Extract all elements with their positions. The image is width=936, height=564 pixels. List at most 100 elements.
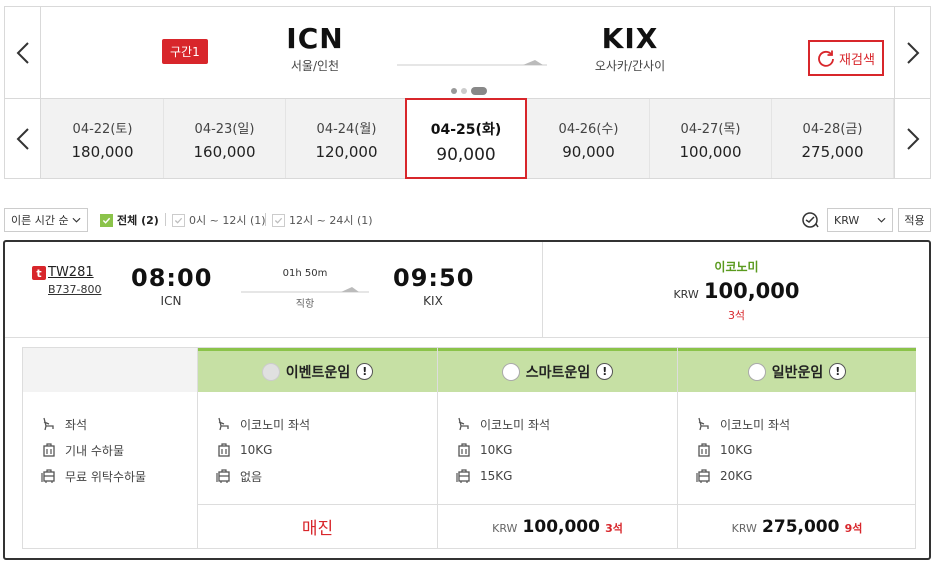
feature-seat: 이코노미 좌석 xyxy=(216,411,437,437)
lowest-price: KRW 100,000 xyxy=(544,279,929,303)
fare-column-smart[interactable]: 스마트운임 ! 이코노미 좌석 10KG 15KG KRW 100,000 3석 xyxy=(438,348,678,548)
price-currency: KRW xyxy=(731,521,757,535)
info-icon[interactable]: ! xyxy=(829,363,847,380)
fare-column-event: 이벤트운임 ! 이코노미 좌석 10KG 없음 매진 xyxy=(198,348,438,548)
feature-list: 이코노미 좌석 10KG 20KG xyxy=(678,392,916,489)
date-label: 04-27(목) xyxy=(680,122,741,137)
feature-value: 15KG xyxy=(480,469,513,483)
date-label: 04-26(수) xyxy=(558,122,619,137)
date-cell[interactable]: 04-26(수) 90,000 xyxy=(528,99,650,178)
research-button[interactable]: 재검색 xyxy=(808,40,884,76)
date-label: 04-23(일) xyxy=(194,122,255,137)
info-icon[interactable]: ! xyxy=(596,363,614,380)
date-cell[interactable]: 04-28(금) 275,000 xyxy=(772,99,894,178)
feature-checked-bag: 없음 xyxy=(216,463,437,489)
feature-cabin-bag: 기내 수하물 xyxy=(41,437,197,463)
date-price: 180,000 xyxy=(71,143,134,161)
date-price: 90,000 xyxy=(436,145,496,165)
currency-value: KRW xyxy=(834,213,860,227)
date-label: 04-28(금) xyxy=(802,122,863,137)
arrival-city: 오사카/간사이 xyxy=(594,59,666,73)
feature-value: 10KG xyxy=(720,443,753,457)
filter-bar: 이른 시간 순 전체 (2) 0시 ~ 12시 (1) 12시 ~ 24시 (1… xyxy=(4,208,931,232)
flight-number-link[interactable]: TW281 xyxy=(48,265,94,280)
date-label: 04-25(화) xyxy=(430,122,502,138)
carousel-dot[interactable] xyxy=(451,88,457,94)
fare-column-normal[interactable]: 일반운임 ! 이코노미 좌석 10KG 20KG KRW 275,000 9석 xyxy=(678,348,916,548)
date-selector: 04-22(토) 180,000 04-23(일) 160,000 04-24(… xyxy=(4,98,931,179)
prev-dates-button[interactable] xyxy=(5,99,41,178)
aircraft-link[interactable]: B737-800 xyxy=(48,283,102,296)
prev-segment-button[interactable] xyxy=(5,7,41,99)
apply-button[interactable]: 적용 xyxy=(898,208,931,232)
sort-select[interactable]: 이른 시간 순 xyxy=(4,208,88,232)
checked-bag-icon xyxy=(41,469,55,483)
arrival-time-block: 09:50 KIX xyxy=(393,264,473,308)
chevron-down-icon xyxy=(877,217,886,223)
filter-afternoon-label: 12시 ~ 24시 (1) xyxy=(289,214,373,227)
date-price: 275,000 xyxy=(801,143,864,161)
feature-value: 10KG xyxy=(240,443,273,457)
filter-all-checkbox[interactable]: 전체 (2) xyxy=(100,212,159,228)
info-icon[interactable]: ! xyxy=(356,363,374,380)
fare-footer: KRW 275,000 9석 xyxy=(678,504,916,548)
fare-header-empty xyxy=(23,348,197,392)
arrival-airport: KIX 오사카/간사이 xyxy=(575,23,685,74)
chevron-left-icon xyxy=(16,127,29,150)
feature-seat: 이코노미 좌석 xyxy=(456,411,677,437)
fare-labels-column: 좌석 기내 수하물 무료 위탁수하물 xyxy=(23,348,198,548)
fare-summary[interactable]: 이코노미 KRW 100,000 3석 xyxy=(544,242,929,337)
seat-icon xyxy=(458,417,469,431)
check-icon xyxy=(172,213,185,227)
flight-info: t TW281 B737-800 08:00 ICN 01h 50m 직항 09… xyxy=(5,242,543,337)
next-dates-button[interactable] xyxy=(894,99,930,178)
date-cell-selected[interactable]: 04-25(화) 90,000 xyxy=(405,98,527,179)
currency-exchange-icon[interactable] xyxy=(800,210,820,230)
flight-path-plane-icon xyxy=(241,287,369,293)
chevron-left-icon xyxy=(16,42,29,64)
currency-select[interactable]: KRW xyxy=(827,208,893,232)
date-cell[interactable]: 04-27(목) 100,000 xyxy=(650,99,772,178)
carousel-dot[interactable] xyxy=(461,88,467,94)
cabin-bag-icon xyxy=(218,443,230,457)
feature-checked-bag: 무료 위탁수하물 xyxy=(41,463,197,489)
date-price: 90,000 xyxy=(562,143,615,161)
cabin-bag-icon xyxy=(698,443,710,457)
direct-label: 직항 xyxy=(295,299,315,310)
cabin-bag-icon xyxy=(43,443,55,457)
fare-header: 일반운임 ! xyxy=(678,348,916,392)
checked-bag-icon xyxy=(456,469,470,483)
feature-cabin-bag: 10KG xyxy=(456,437,677,463)
fare-price: KRW 275,000 9석 xyxy=(732,517,863,537)
date-cell[interactable]: 04-23(일) 160,000 xyxy=(164,99,286,178)
filter-afternoon-checkbox[interactable]: 12시 ~ 24시 (1) xyxy=(272,212,373,228)
route-plane-icon xyxy=(397,60,547,66)
fare-radio[interactable] xyxy=(261,362,280,381)
feature-checked-bag: 15KG xyxy=(456,463,677,489)
feature-list: 이코노미 좌석 10KG 15KG xyxy=(438,392,677,489)
flight-duration: 01h 50m xyxy=(282,268,328,279)
segment-badge: 구간1 xyxy=(162,39,208,64)
next-segment-button[interactable] xyxy=(894,7,930,99)
fare-radio[interactable] xyxy=(501,362,520,381)
seat-icon xyxy=(218,417,229,431)
airline-logo: t xyxy=(32,266,46,280)
fare-header: 스마트운임 ! xyxy=(438,348,677,392)
seats-left: 3석 xyxy=(605,521,623,535)
arrival-airport-code: KIX xyxy=(423,294,443,308)
feature-seat: 좌석 xyxy=(41,411,197,437)
seats-left: 3석 xyxy=(727,309,746,322)
date-cell[interactable]: 04-24(월) 120,000 xyxy=(286,99,408,178)
carousel-play-icon[interactable] xyxy=(471,87,487,95)
date-cell[interactable]: 04-22(토) 180,000 xyxy=(42,99,164,178)
price-currency: KRW xyxy=(492,521,518,535)
fare-radio[interactable] xyxy=(747,362,766,381)
seat-icon xyxy=(43,417,54,431)
feature-value: 이코노미 좌석 xyxy=(480,417,551,432)
feature-label: 좌석 xyxy=(65,417,88,432)
feature-seat: 이코노미 좌석 xyxy=(696,411,916,437)
cabin-bag-icon xyxy=(458,443,470,457)
filter-morning-checkbox[interactable]: 0시 ~ 12시 (1) xyxy=(172,212,266,228)
filter-morning-label: 0시 ~ 12시 (1) xyxy=(189,214,266,227)
date-label: 04-22(토) xyxy=(72,122,133,137)
